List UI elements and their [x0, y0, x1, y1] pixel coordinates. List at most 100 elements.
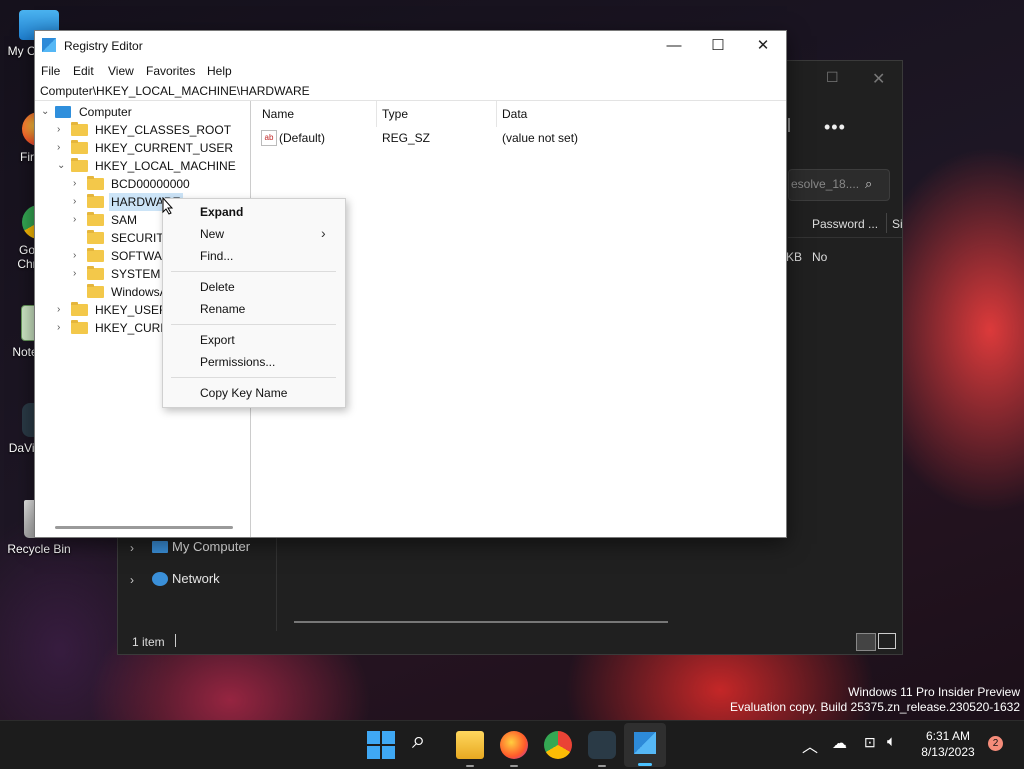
column-name[interactable]: Name: [262, 107, 294, 121]
menu-item-find[interactable]: Find...: [200, 249, 233, 263]
clock[interactable]: 6:31 AM 8/13/2023: [912, 728, 984, 760]
folder-icon: [71, 320, 88, 334]
minimize-button[interactable]: —: [652, 34, 696, 58]
menu-item-new[interactable]: New: [200, 227, 224, 241]
menu-bar: File Edit View Favorites Help: [35, 61, 786, 81]
menu-favorites[interactable]: Favorites: [146, 64, 195, 78]
maximize-icon[interactable]: ☐: [826, 69, 839, 86]
close-icon[interactable]: ✕: [872, 69, 885, 89]
volume-icon[interactable]: 🔈︎: [887, 733, 896, 750]
tree-label: SAM: [111, 213, 138, 227]
status-item-count: 1 item: [132, 635, 165, 649]
registry-editor-window: Registry Editor — ☐ ✕ File Edit View Fav…: [34, 30, 787, 538]
menu-separator: [171, 324, 336, 325]
maximize-button[interactable]: ☐: [696, 34, 740, 58]
menu-item-export[interactable]: Export: [200, 333, 235, 347]
folder-icon: [71, 158, 88, 172]
folder-icon: [87, 212, 104, 226]
notification-badge[interactable]: 2: [988, 736, 1003, 751]
context-menu: Expand New › Find... Delete Rename Expor…: [162, 198, 346, 408]
address-bar[interactable]: Computer\HKEY_LOCAL_MACHINE\HARDWARE: [35, 81, 786, 101]
row-size: KB: [786, 250, 803, 264]
search-icon: ⌕: [865, 176, 873, 191]
watermark-line-1: Windows 11 Pro Insider Preview: [848, 685, 1020, 699]
column-size[interactable]: Si: [892, 217, 903, 231]
nav-item-my-computer[interactable]: My Computer: [172, 539, 250, 554]
navigation-pane: › My Computer › Network: [118, 531, 277, 631]
start-button[interactable]: [367, 731, 395, 759]
chevron-right-icon[interactable]: ›: [73, 247, 83, 265]
search-icon[interactable]: ⌕: [412, 727, 425, 755]
value-row[interactable]: ab (Default) REG_SZ (value not set): [256, 129, 786, 147]
value-name: (Default): [279, 131, 326, 145]
menu-separator: [171, 377, 336, 378]
search-placeholder: esolve_18....: [791, 177, 860, 191]
column-data[interactable]: Data: [502, 107, 527, 121]
tree-label: HKEY_CLASSES_ROOT: [95, 123, 232, 137]
tree-label: Computer: [79, 105, 132, 119]
toolbar-divider: [788, 118, 800, 132]
menu-help[interactable]: Help: [207, 64, 232, 78]
folder-icon: [71, 302, 88, 316]
chevron-right-icon[interactable]: ›: [73, 175, 83, 193]
desktop-icon-label: Fir: [20, 150, 34, 164]
chevron-right-icon[interactable]: ›: [130, 541, 134, 555]
chevron-up-icon[interactable]: ︿: [802, 733, 818, 757]
regedit-taskbar-button[interactable]: [624, 723, 666, 767]
menu-item-delete[interactable]: Delete: [200, 280, 235, 294]
menu-item-copy-key-name[interactable]: Copy Key Name: [200, 386, 287, 400]
more-options-icon[interactable]: •••: [824, 117, 846, 138]
chevron-right-icon[interactable]: ›: [57, 139, 67, 157]
clock-time: 6:31 AM: [925, 729, 971, 743]
horizontal-scrollbar[interactable]: [294, 621, 668, 623]
column-password[interactable]: Password ...: [812, 217, 878, 231]
string-value-icon: ab: [261, 130, 277, 146]
chrome-taskbar-icon[interactable]: [544, 731, 572, 759]
menu-item-permissions[interactable]: Permissions...: [200, 355, 275, 369]
windows-watermark: Windows 11 Pro Insider Preview Evaluatio…: [700, 685, 1020, 715]
column-type[interactable]: Type: [382, 107, 408, 121]
tree-label: BCD00000000: [111, 177, 190, 191]
chevron-right-icon[interactable]: ›: [73, 265, 83, 283]
menu-file[interactable]: File: [41, 64, 60, 78]
folder-icon: [87, 176, 104, 190]
chevron-right-icon: ›: [321, 225, 326, 241]
close-button[interactable]: ✕: [741, 34, 785, 58]
davinci-taskbar-icon[interactable]: [588, 731, 616, 759]
folder-icon: [71, 122, 88, 136]
chevron-right-icon[interactable]: ›: [130, 573, 134, 587]
folder-icon: [87, 266, 104, 280]
value-data: (value not set): [502, 131, 579, 145]
tree-horizontal-scrollbar[interactable]: [55, 526, 233, 529]
chevron-right-icon[interactable]: ›: [57, 121, 67, 139]
chevron-right-icon[interactable]: ›: [57, 301, 67, 319]
tree-label: HKEY_LOCAL_MACHINE: [95, 159, 236, 173]
tiles-view-icon[interactable]: [878, 633, 896, 649]
network-icon[interactable]: ⊡: [864, 734, 876, 751]
details-view-icon[interactable]: [856, 633, 876, 651]
row-password: No: [812, 250, 828, 264]
menu-edit[interactable]: Edit: [73, 64, 94, 78]
tree-label: HKEY_CURRENT_USER: [95, 141, 234, 155]
chevron-right-icon[interactable]: ›: [73, 193, 83, 211]
menu-item-rename[interactable]: Rename: [200, 302, 245, 316]
chevron-down-icon[interactable]: ⌄: [41, 103, 51, 121]
search-input[interactable]: esolve_18.... ⌕: [788, 169, 890, 201]
firefox-taskbar-icon[interactable]: [500, 731, 528, 759]
folder-icon: [87, 248, 104, 262]
tree-label: WindowsA: [111, 285, 168, 299]
registry-editor-icon: [42, 38, 56, 52]
menu-separator: [171, 271, 336, 272]
file-explorer-taskbar-icon[interactable]: [456, 731, 484, 759]
nav-item-network[interactable]: Network: [172, 571, 220, 586]
chevron-right-icon[interactable]: ›: [73, 211, 83, 229]
tree-label: SYSTEM: [111, 267, 161, 281]
menu-item-expand[interactable]: Expand: [200, 205, 243, 219]
watermark-line-2: Evaluation copy. Build 25375.zn_release.…: [730, 700, 1020, 714]
chevron-down-icon[interactable]: ⌄: [57, 157, 67, 175]
menu-view[interactable]: View: [108, 64, 134, 78]
computer-icon: [152, 541, 168, 553]
chevron-right-icon[interactable]: ›: [57, 319, 67, 337]
title-bar: Registry Editor — ☐ ✕: [35, 31, 786, 61]
cloud-offline-icon[interactable]: ☁: [832, 734, 847, 752]
